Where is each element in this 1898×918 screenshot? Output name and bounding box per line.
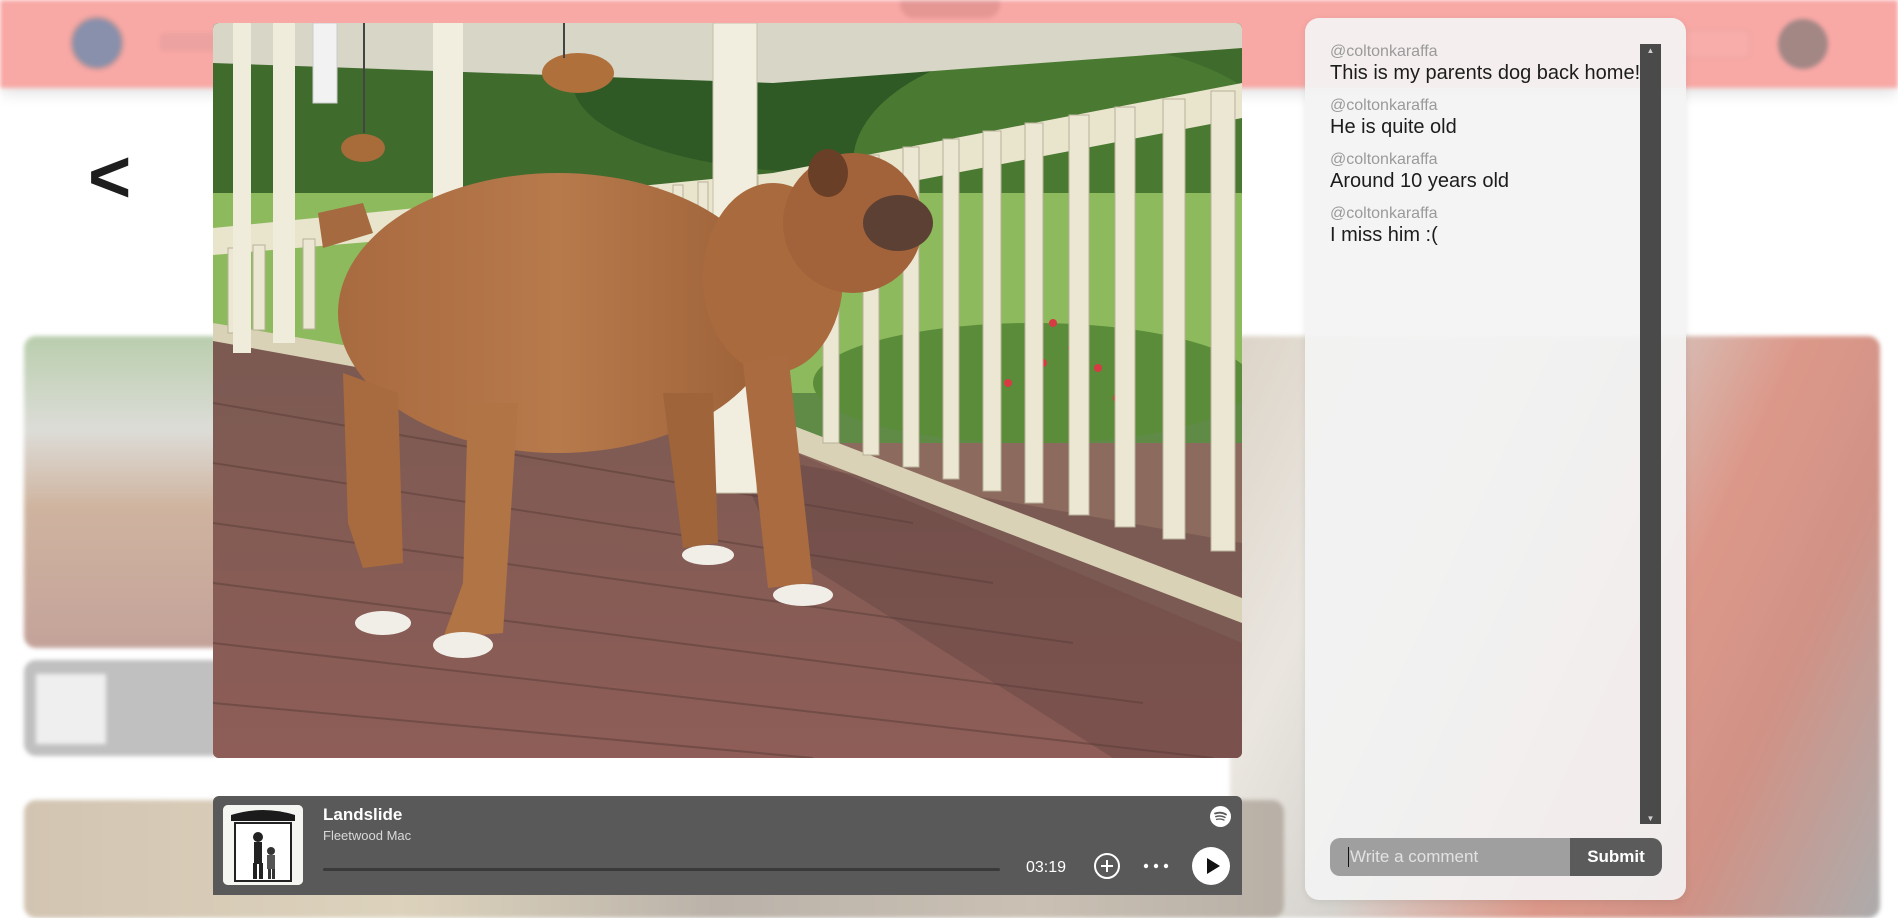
comment-input[interactable] [1330, 838, 1570, 876]
comment-username[interactable]: @coltonkaraffa [1330, 150, 1645, 169]
comments-panel: @coltonkaraffa This is my parents dog ba… [1305, 18, 1686, 900]
play-button[interactable] [1192, 847, 1230, 885]
comment-item: @coltonkaraffa Around 10 years old [1330, 150, 1645, 193]
dog-on-porch-image [213, 23, 1242, 758]
comment-list[interactable]: @coltonkaraffa This is my parents dog ba… [1330, 42, 1645, 817]
play-icon [1207, 858, 1220, 874]
comment-item: @coltonkaraffa This is my parents dog ba… [1330, 42, 1645, 85]
ellipsis-icon [1143, 863, 1169, 869]
comment-input-wrapper [1330, 838, 1570, 876]
track-title[interactable]: Landslide [323, 805, 402, 825]
comment-username[interactable]: @coltonkaraffa [1330, 204, 1645, 223]
scroll-up-arrow-icon[interactable]: ▲ [1640, 44, 1661, 56]
more-options-button[interactable] [1141, 852, 1171, 880]
post-photo [213, 23, 1242, 758]
comment-item: @coltonkaraffa He is quite old [1330, 96, 1645, 139]
track-artist[interactable]: Fleetwood Mac [323, 828, 411, 843]
add-circle-icon [1094, 853, 1120, 879]
comment-username[interactable]: @coltonkaraffa [1330, 96, 1645, 115]
comment-text: I miss him :( [1330, 224, 1438, 246]
music-player: Landslide Fleetwood Mac 03:19 [213, 796, 1242, 895]
submit-comment-button[interactable]: Submit [1570, 838, 1662, 876]
comment-text: Around 10 years old [1330, 170, 1510, 192]
add-to-library-button[interactable] [1093, 852, 1121, 880]
comment-text: He is quite old [1330, 116, 1457, 138]
comment-text: This is my parents dog back home! [1330, 62, 1641, 84]
text-caret [1348, 847, 1349, 867]
progress-bar[interactable] [323, 868, 1000, 871]
comment-form: Submit [1330, 838, 1662, 876]
comment-item: @coltonkaraffa I miss him :( [1330, 204, 1645, 247]
back-button[interactable]: < [88, 140, 131, 214]
comment-username[interactable]: @coltonkaraffa [1330, 42, 1645, 61]
spotify-icon[interactable] [1210, 806, 1231, 827]
comment-scrollbar[interactable]: ▲ ▼ [1640, 44, 1661, 824]
album-art[interactable] [223, 805, 303, 885]
album-cover-image [223, 805, 303, 885]
track-duration: 03:19 [1026, 859, 1067, 876]
scroll-down-arrow-icon[interactable]: ▼ [1640, 812, 1661, 824]
